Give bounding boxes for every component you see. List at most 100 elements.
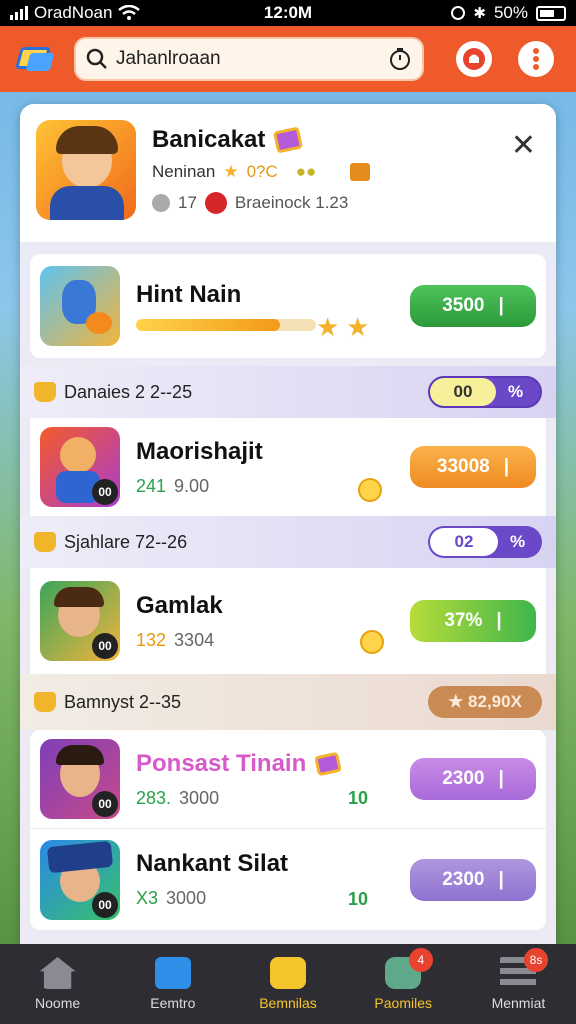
profile-header: Banicakat Neninan ★ 0?C ●● 17 Braeinock … bbox=[20, 104, 556, 242]
wifi-icon bbox=[118, 5, 141, 20]
play-button[interactable]: 33008 | bbox=[410, 446, 536, 488]
battery-percent: 50% bbox=[493, 3, 528, 22]
notification-badge: 8s bbox=[524, 948, 549, 972]
badge-unit: % bbox=[510, 532, 526, 551]
profile-meta-count: 17 bbox=[178, 193, 197, 212]
nav-label: Paomiles bbox=[374, 995, 432, 1011]
profile-meta: 17 Braeinock 1.23 bbox=[152, 192, 370, 214]
band-label: Sjahlare 72--26 bbox=[64, 531, 188, 552]
game-stats: X3 3000 bbox=[136, 888, 207, 908]
game-list-panel: Banicakat Neninan ★ 0?C ●● 17 Braeinock … bbox=[20, 104, 556, 964]
status-bar: OradNoan 12:0M ✱ 50% bbox=[0, 0, 576, 26]
band-label: Danaies 2 2--25 bbox=[64, 381, 193, 402]
nav-label: Menmiat bbox=[491, 995, 546, 1011]
game-row[interactable]: 00 Gamlak 132 3304 37% | bbox=[30, 568, 546, 674]
game-row[interactable]: Hint Nain ★ ★ 3500 | bbox=[30, 254, 546, 358]
star-icon: ★ bbox=[223, 162, 239, 181]
bluetooth-icon: ✱ bbox=[473, 5, 486, 22]
game-row[interactable]: 00 Nankant Silat X3 3000 10 2300 | bbox=[30, 828, 546, 930]
star-icon: ★ bbox=[316, 312, 340, 342]
avatar-badge: 00 bbox=[92, 791, 118, 817]
game-title: Nankant Silat bbox=[136, 850, 289, 877]
envelope-icon bbox=[270, 957, 306, 989]
ticket-icon bbox=[314, 751, 343, 776]
band-badge[interactable]: 00 % bbox=[428, 376, 542, 408]
avatar-badge: 00 bbox=[92, 479, 118, 505]
play-button[interactable]: 3500 | bbox=[410, 285, 536, 327]
coin-icon bbox=[358, 478, 382, 502]
profile-subtitle: Neninan ★ 0?C ●● bbox=[152, 162, 371, 182]
coins-icon: 10 bbox=[348, 788, 369, 808]
battery-icon bbox=[536, 5, 566, 21]
game-progress bbox=[136, 319, 316, 331]
badge-value: 00 bbox=[430, 378, 496, 406]
chest-icon bbox=[350, 163, 371, 181]
section-band: Sjahlare 72--26 02 % bbox=[20, 516, 556, 568]
ticket-icon bbox=[273, 126, 304, 154]
coins-icon: ●● bbox=[295, 162, 317, 181]
trophy-icon bbox=[34, 382, 56, 402]
game-thumbnail: 00 bbox=[40, 839, 120, 920]
notification-badge: 4 bbox=[408, 948, 433, 972]
game-title: Hint Nain bbox=[136, 281, 242, 308]
app-header: Jahanlroaan bbox=[0, 26, 576, 92]
bell-icon bbox=[463, 48, 485, 70]
band-badge[interactable]: 02 % bbox=[428, 526, 542, 558]
bottom-nav: Noome Eemtro Bemnilas Paomiles 4 Menmiat… bbox=[0, 944, 576, 1024]
more-button[interactable] bbox=[518, 41, 554, 77]
profile-avatar[interactable] bbox=[36, 120, 136, 220]
nav-item-menu[interactable]: Menmiat 8s bbox=[461, 944, 576, 1024]
search-bar[interactable]: Jahanlroaan bbox=[74, 37, 424, 81]
game-row[interactable]: 00 Ponsast Tinain 283. 3000 10 2300 | bbox=[30, 730, 546, 828]
puzzle-icon bbox=[154, 957, 191, 989]
game-title: Ponsast Tinain bbox=[136, 750, 410, 778]
close-icon[interactable]: ✕ bbox=[511, 128, 536, 163]
game-thumbnail: 00 bbox=[40, 739, 120, 819]
app-logo-icon[interactable] bbox=[14, 39, 58, 79]
trophy-icon bbox=[34, 692, 56, 712]
play-button[interactable]: 2300 | bbox=[410, 858, 536, 901]
level-icon bbox=[152, 194, 170, 212]
search-input[interactable]: Jahanlroaan bbox=[116, 48, 388, 70]
play-button[interactable]: 37% | bbox=[410, 600, 536, 642]
signal-icon bbox=[10, 6, 28, 20]
profile-points: 0?C bbox=[246, 162, 278, 181]
carrier-name: OradNoan bbox=[34, 3, 113, 22]
avatar-badge: 00 bbox=[92, 633, 118, 659]
game-title: Maorishajit bbox=[136, 437, 263, 465]
home-icon bbox=[39, 957, 76, 989]
more-vertical-icon bbox=[533, 48, 539, 70]
play-button[interactable]: 2300 | bbox=[410, 758, 536, 800]
red-gem-icon bbox=[204, 192, 227, 214]
coins-icon: 10 bbox=[348, 889, 369, 909]
nav-label: Eemtro bbox=[150, 995, 196, 1011]
notification-button[interactable] bbox=[456, 41, 492, 77]
band-label: Bamnyst 2--35 bbox=[64, 691, 182, 712]
search-icon bbox=[86, 48, 107, 69]
nav-label: Bemnilas bbox=[259, 995, 317, 1011]
nav-item-profiles[interactable]: Paomiles 4 bbox=[346, 944, 461, 1024]
coin-icon bbox=[360, 630, 384, 654]
badge-unit: % bbox=[508, 382, 524, 401]
section-band: Danaies 2 2--25 00 % bbox=[20, 366, 556, 418]
game-thumbnail: 00 bbox=[40, 427, 120, 507]
game-thumbnail: 00 bbox=[40, 581, 120, 661]
game-row[interactable]: 00 Maorishajit 241 9.00 33008 | bbox=[30, 418, 546, 516]
timer-icon[interactable] bbox=[388, 47, 412, 71]
game-title: Gamlak bbox=[136, 591, 223, 619]
nav-item-home[interactable]: Noome bbox=[0, 944, 115, 1024]
game-thumbnail bbox=[40, 266, 120, 346]
avatar-badge: 00 bbox=[92, 891, 118, 918]
rows-container: Hint Nain ★ ★ 3500 | Danaies 2 2--25 00 %… bbox=[20, 242, 556, 964]
trophy-icon bbox=[34, 532, 56, 552]
star-icon: ★ bbox=[346, 312, 370, 342]
nav-label: Noome bbox=[35, 995, 81, 1011]
profile-name: Banicakat bbox=[152, 126, 370, 154]
band-badge[interactable]: ★ 82,90X bbox=[428, 686, 542, 718]
nav-item-events[interactable]: Eemtro bbox=[115, 944, 230, 1024]
location-icon bbox=[451, 6, 466, 20]
nav-item-bundles[interactable]: Bemnilas bbox=[230, 944, 345, 1024]
badge-value: 02 bbox=[430, 528, 498, 556]
profile-meta-text: Braeinock 1.23 bbox=[234, 193, 349, 212]
section-band: Bamnyst 2--35 ★ 82,90X bbox=[20, 674, 556, 730]
